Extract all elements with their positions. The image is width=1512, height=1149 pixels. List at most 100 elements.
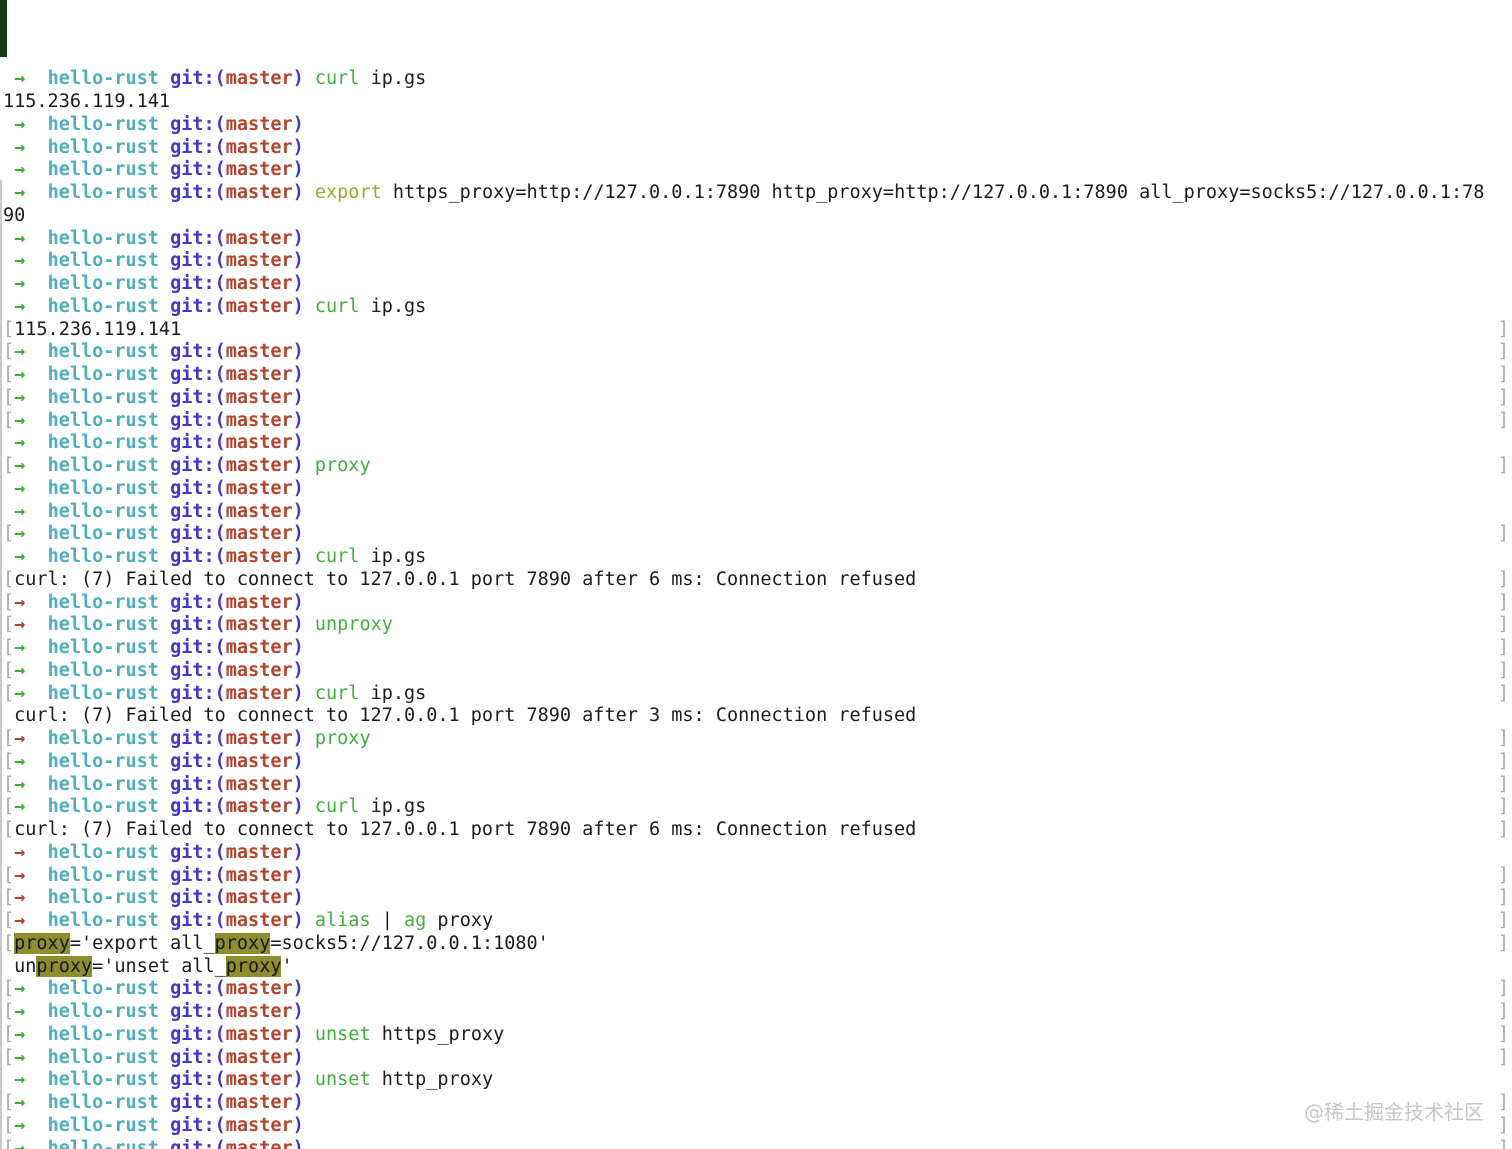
- git-prefix: git:(: [158, 432, 226, 454]
- prompt-cwd: hello-rust: [47, 68, 159, 90]
- git-branch: master: [225, 500, 293, 522]
- git-suffix: ): [292, 1001, 304, 1022]
- line-bracket-left: [: [3, 409, 15, 431]
- git-prefix: git:(: [158, 773, 226, 795]
- prompt-arrow-icon: →: [14, 1069, 26, 1091]
- prompt-arrow-icon: →: [14, 500, 26, 522]
- git-prefix: git:(: [158, 1092, 226, 1113]
- command-text: proxy: [314, 455, 371, 476]
- prompt-cwd: hello-rust: [47, 546, 159, 567]
- git-branch: master: [225, 1023, 293, 1045]
- git-branch: master: [225, 659, 293, 681]
- git-branch: master: [225, 910, 293, 931]
- git-prefix: git:(: [158, 250, 226, 272]
- pad: [25, 68, 47, 89]
- git-branch: master: [225, 796, 293, 818]
- pad: [3, 114, 14, 135]
- terminal-line: [→ hello-rust git:(master)]: [0, 751, 1512, 774]
- git-branch: master: [225, 1137, 293, 1149]
- terminal-line: [→ hello-rust git:(master)]: [0, 978, 1512, 1001]
- pad: [25, 478, 47, 499]
- prompt-cwd: hello-rust: [47, 887, 159, 909]
- prompt-cwd: hello-rust: [47, 432, 159, 454]
- pad: [3, 432, 14, 453]
- line-bracket-left: [: [3, 910, 15, 931]
- prompt-arrow-icon: →: [14, 295, 26, 317]
- pad: [25, 114, 47, 135]
- pad: [25, 865, 47, 886]
- git-branch: master: [225, 1069, 293, 1091]
- pad: [25, 978, 47, 999]
- git-branch: master: [225, 750, 293, 772]
- git-suffix: ): [292, 159, 304, 181]
- terminal-line: → hello-rust git:(master): [0, 501, 1512, 524]
- pad: [25, 273, 47, 294]
- terminal-line: → hello-rust git:(master) export https_p…: [0, 182, 1512, 205]
- git-branch: master: [225, 409, 293, 431]
- pad: [3, 1069, 14, 1090]
- git-suffix: ): [292, 637, 304, 658]
- prompt-arrow-icon: →: [14, 841, 26, 863]
- git-suffix: ): [292, 432, 304, 454]
- output-text: 115.236.119.141: [3, 91, 171, 112]
- line-bracket-right: ]: [1497, 932, 1509, 954]
- git-suffix: ): [292, 1114, 304, 1136]
- line-bracket-right: ]: [1497, 887, 1509, 909]
- git-branch: master: [225, 773, 293, 795]
- pad: [25, 501, 47, 522]
- pad: [3, 250, 14, 271]
- git-prefix: git:(: [158, 477, 226, 499]
- git-suffix: ): [292, 409, 304, 431]
- line-bracket-right: ]: [1497, 364, 1509, 385]
- pad: [25, 637, 47, 658]
- output-text: 115.236.119.141: [14, 318, 182, 340]
- git-prefix: git:(: [158, 1023, 226, 1045]
- terminal-window[interactable]: → hello-rust git:(master) curl ip.gs 115.…: [0, 0, 1512, 1149]
- line-bracket-left: [: [3, 728, 15, 749]
- command-arg: https_proxy: [370, 1023, 505, 1045]
- line-bracket-right: ]: [1497, 637, 1509, 658]
- git-suffix: ): [292, 227, 304, 249]
- prompt-arrow-icon: →: [14, 250, 26, 272]
- pad: [25, 683, 47, 704]
- git-prefix: git:(: [158, 682, 226, 704]
- prompt-arrow-icon: →: [14, 159, 26, 181]
- pad: [3, 273, 14, 294]
- prompt-arrow-icon: →: [14, 750, 26, 772]
- terminal-line: → hello-rust git:(master): [0, 250, 1512, 273]
- pad: [25, 1024, 47, 1045]
- terminal-line: [→ hello-rust git:(master)]: [0, 660, 1512, 683]
- line-bracket-left: [: [3, 864, 15, 886]
- command-text: curl: [314, 796, 360, 818]
- prompt-arrow-icon: →: [14, 546, 26, 567]
- git-branch: master: [225, 455, 293, 476]
- line-bracket-right: ]: [1497, 1114, 1509, 1136]
- line-bracket-left: [: [3, 978, 15, 1000]
- prompt-cwd: hello-rust: [47, 295, 159, 317]
- git-branch: master: [225, 68, 293, 90]
- terminal-line: → hello-rust git:(master): [0, 842, 1512, 865]
- output-text: un: [3, 955, 37, 977]
- command-arg: [304, 910, 315, 931]
- terminal-line: [→ hello-rust git:(master)]: [0, 637, 1512, 660]
- prompt-arrow-icon: →: [14, 1137, 26, 1149]
- git-prefix: git:(: [158, 295, 226, 317]
- git-prefix: git:(: [158, 1001, 226, 1022]
- prompt-arrow-icon: →: [14, 796, 26, 818]
- git-suffix: ): [292, 591, 304, 613]
- terminal-line: [→ hello-rust git:(master)]: [0, 1115, 1512, 1138]
- terminal-line: [proxy='export all_proxy=socks5://127.0.…: [0, 932, 1512, 956]
- git-prefix: git:(: [158, 978, 226, 1000]
- line-bracket-right: ]: [1497, 318, 1509, 340]
- line-bracket-left: [: [3, 1114, 15, 1136]
- line-bracket-right: ]: [1497, 864, 1509, 886]
- line-bracket-right: ]: [1497, 455, 1509, 476]
- git-branch: master: [225, 182, 293, 203]
- pad: [25, 774, 47, 795]
- prompt-arrow-icon: →: [14, 273, 26, 294]
- line-bracket-right: ]: [1497, 1046, 1509, 1068]
- command-arg: ip.gs: [359, 68, 427, 90]
- git-prefix: git:(: [158, 864, 226, 886]
- terminal-line: [→ hello-rust git:(master)]: [0, 865, 1512, 888]
- pad: [25, 1092, 47, 1113]
